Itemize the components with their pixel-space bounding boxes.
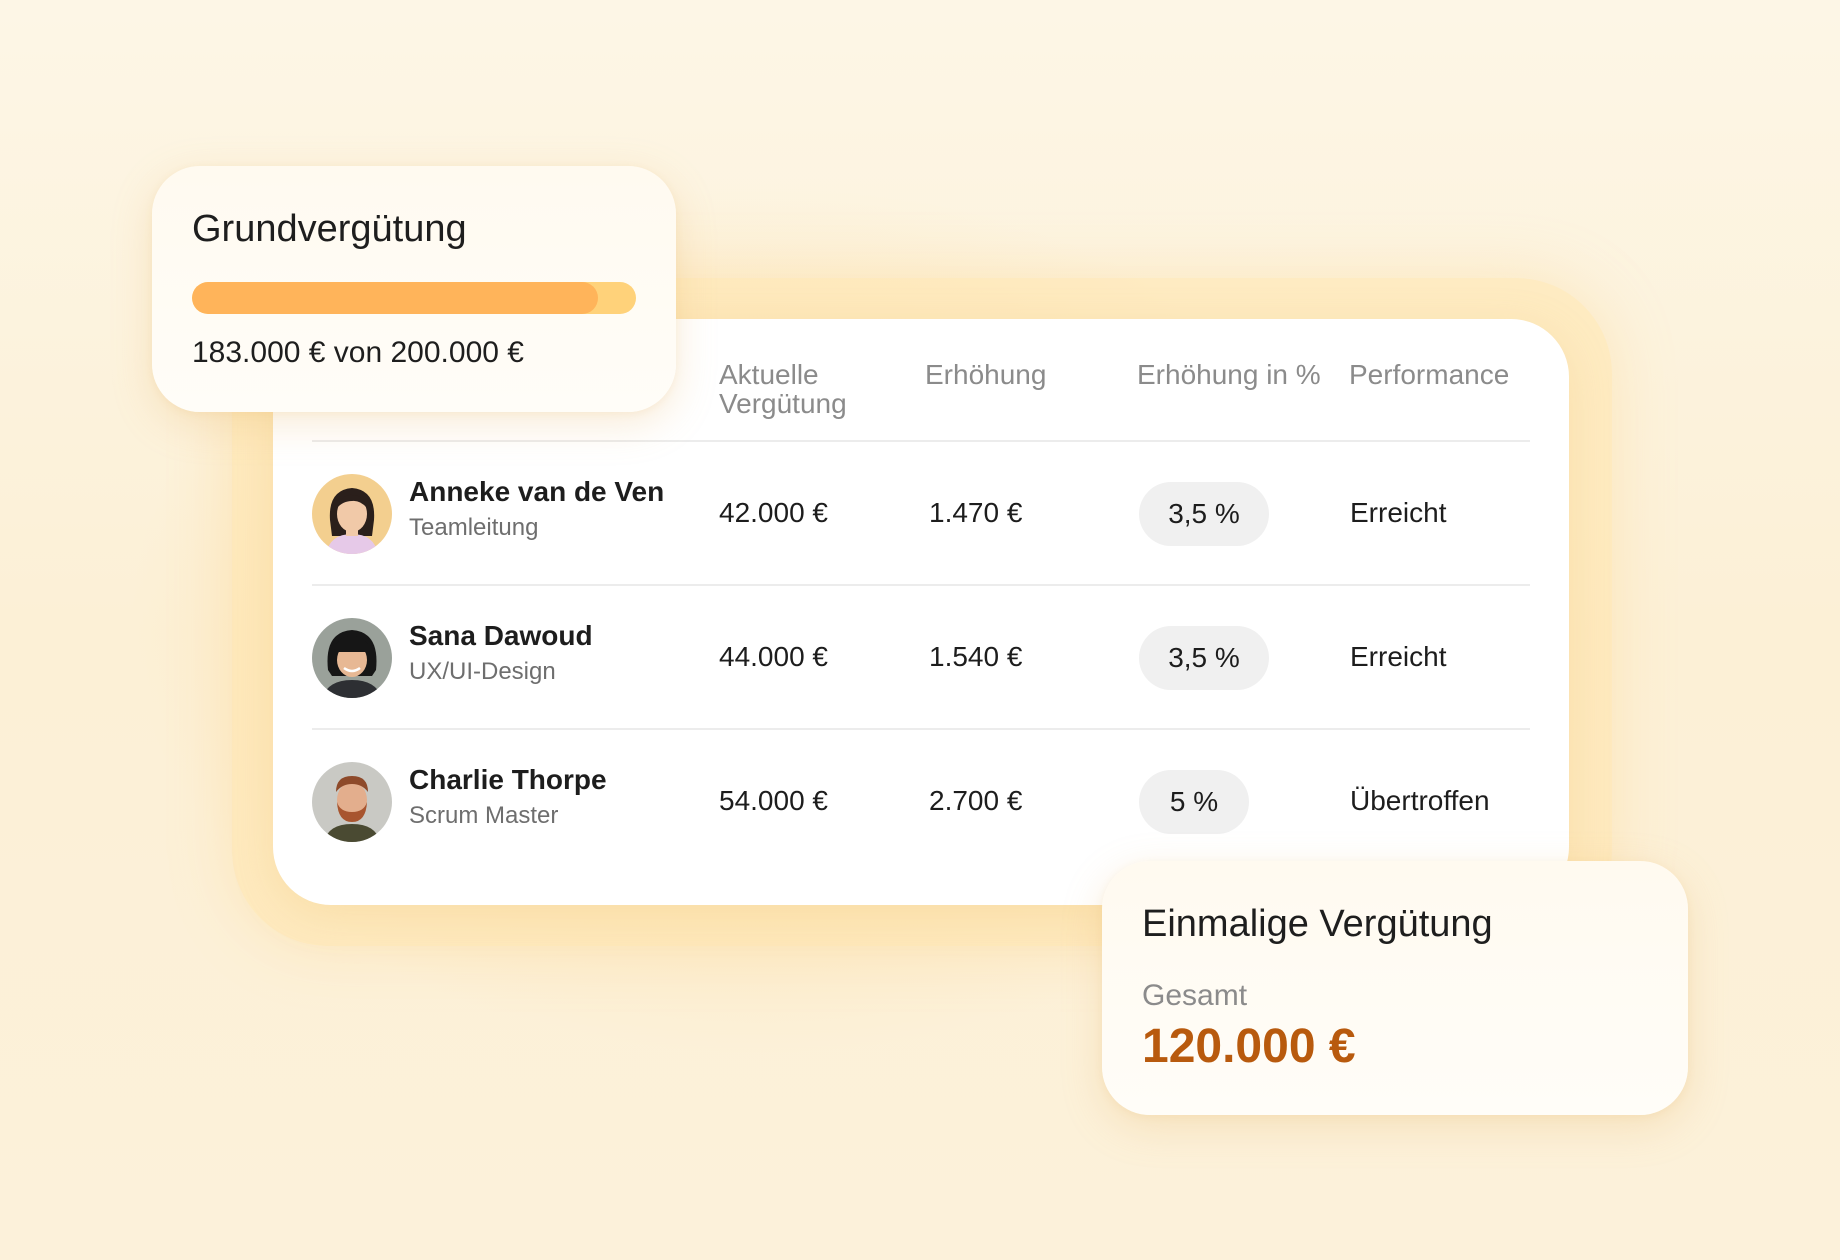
performance-cell: Erreicht — [1350, 497, 1447, 528]
header-increase: Erhöhung — [925, 359, 1047, 390]
one-time-pay-card: Einmalige Vergütung Gesamt 120.000 € — [1102, 861, 1688, 1115]
table-row[interactable]: Sana Dawoud UX/UI-Design 44.000 € 1.540 … — [312, 586, 1530, 730]
table-row[interactable]: Charlie Thorpe Scrum Master 54.000 € 2.7… — [312, 730, 1530, 874]
increase-cell: 1.470 € — [929, 497, 1023, 528]
avatar — [312, 474, 392, 554]
budget-progress-bar — [192, 282, 636, 314]
employee-name: Charlie Thorpe — [409, 764, 607, 795]
employee-role: Scrum Master — [409, 802, 559, 829]
one-time-total-value: 120.000 € — [1142, 1020, 1356, 1073]
employee-name: Anneke van de Ven — [409, 476, 665, 507]
current-pay-cell: 44.000 € — [719, 641, 828, 672]
header-current-pay: Aktuelle Vergütung — [719, 359, 847, 419]
increase-percent-badge: 3,5 % — [1139, 482, 1269, 546]
table-row[interactable]: Anneke van de Ven Teamleitung 42.000 € 1… — [312, 442, 1530, 586]
header-increase-percent: Erhöhung in % — [1137, 359, 1321, 390]
current-pay-cell: 42.000 € — [719, 497, 828, 528]
employee-role: UX/UI-Design — [409, 658, 556, 685]
employee-name: Sana Dawoud — [409, 620, 593, 651]
increase-cell: 1.540 € — [929, 641, 1023, 672]
budget-progress-fill — [192, 282, 599, 314]
one-time-pay-title: Einmalige Vergütung — [1142, 903, 1493, 945]
avatar-woman-bangs-icon — [312, 618, 392, 698]
avatar-woman-dark-hair-icon — [312, 474, 392, 554]
increase-cell: 2.700 € — [929, 785, 1023, 816]
base-pay-title: Grundvergütung — [192, 208, 467, 250]
header-performance: Performance — [1349, 359, 1510, 390]
increase-percent-badge: 5 % — [1139, 770, 1249, 834]
avatar — [312, 762, 392, 842]
avatar-man-beard-icon — [312, 762, 392, 842]
increase-percent-badge: 3,5 % — [1139, 626, 1269, 690]
avatar — [312, 618, 392, 698]
performance-cell: Übertroffen — [1350, 785, 1490, 816]
employee-role: Teamleitung — [409, 514, 539, 541]
base-pay-card: Grundvergütung 183.000 € von 200.000 € — [152, 166, 676, 412]
current-pay-cell: 54.000 € — [719, 785, 828, 816]
performance-cell: Erreicht — [1350, 641, 1447, 672]
budget-summary: 183.000 € von 200.000 € — [192, 336, 524, 369]
one-time-total-label: Gesamt — [1142, 979, 1248, 1012]
